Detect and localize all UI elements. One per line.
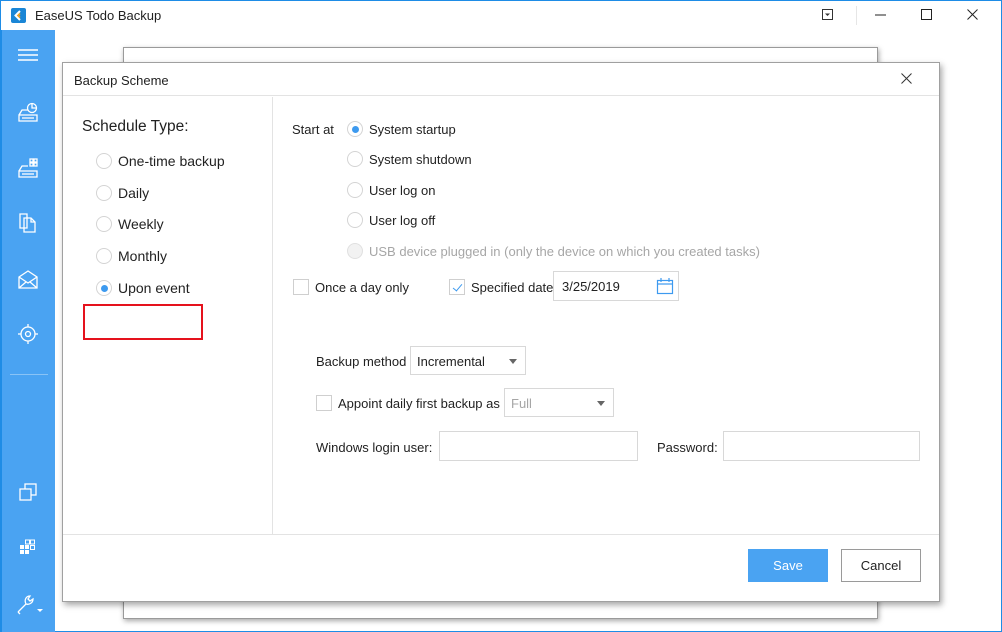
radio-label: System startup <box>369 121 456 137</box>
radio-button[interactable] <box>96 153 112 169</box>
radio-label: Upon event <box>118 280 190 296</box>
apps-icon <box>18 537 38 562</box>
radio-button[interactable] <box>96 248 112 264</box>
password-label: Password: <box>657 440 718 455</box>
radio-label: USB device plugged in (only the device o… <box>369 243 760 259</box>
sidebar-item-tools[interactable] <box>12 593 46 619</box>
sidebar-item-clone[interactable] <box>15 481 41 507</box>
radio-button-selected[interactable] <box>96 280 112 296</box>
once-a-day-checkbox-row[interactable]: Once a day only <box>293 277 409 297</box>
start-at-label: Start at <box>292 122 334 137</box>
radio-button[interactable] <box>347 182 363 198</box>
radio-button[interactable] <box>96 185 112 201</box>
windows-login-user-input[interactable] <box>439 431 638 461</box>
dropdown-arrow-icon <box>597 401 605 406</box>
sidebar-item-smart-backup[interactable] <box>15 323 41 349</box>
schedule-option-monthly[interactable]: Monthly <box>96 246 167 266</box>
appoint-daily-value: Full <box>511 396 532 411</box>
tools-wrench-icon <box>14 593 44 620</box>
once-a-day-label: Once a day only <box>315 279 409 295</box>
footer-divider <box>63 534 939 535</box>
maximize-button[interactable] <box>903 1 949 30</box>
sidebar-item-mail-backup[interactable] <box>15 268 41 294</box>
radio-label: Monthly <box>118 248 168 264</box>
dialog-title: Backup Scheme <box>74 73 169 88</box>
appoint-daily-label: Appoint daily first backup as <box>338 395 500 411</box>
schedule-type-label: Schedule Type: <box>82 118 189 135</box>
title-menu-button[interactable] <box>804 1 850 30</box>
schedule-option-one-time[interactable]: One-time backup <box>96 151 225 171</box>
sidebar-item-more[interactable] <box>15 536 41 562</box>
radio-button[interactable] <box>96 216 112 232</box>
appoint-daily-select: Full <box>504 388 614 417</box>
schedule-type-pane: Schedule Type: One-time backup Daily Wee… <box>63 97 273 534</box>
event-option-user-log-on[interactable]: User log on <box>347 180 435 200</box>
event-option-system-startup[interactable]: System startup <box>347 119 456 139</box>
sidebar-item-file-backup[interactable] <box>15 212 41 238</box>
radio-label: User log on <box>369 182 436 198</box>
event-option-user-log-off[interactable]: User log off <box>347 210 435 230</box>
radio-label: User log off <box>369 212 436 228</box>
radio-button-selected[interactable] <box>347 121 363 137</box>
hamburger-menu-icon <box>18 48 38 67</box>
sidebar-menu-button[interactable] <box>15 44 41 70</box>
smart-backup-icon <box>17 323 39 350</box>
radio-button[interactable] <box>347 212 363 228</box>
radio-button-disabled <box>347 243 363 259</box>
minimize-button[interactable] <box>857 1 903 30</box>
dialog-header: Backup Scheme <box>63 63 939 96</box>
sidebar-item-disk-backup[interactable] <box>15 101 41 127</box>
minimize-icon <box>874 7 886 25</box>
schedule-option-weekly[interactable]: Weekly <box>96 214 164 234</box>
date-value: 3/25/2019 <box>562 279 620 294</box>
windows-login-user-label: Windows login user: <box>316 440 433 455</box>
file-backup-icon <box>18 212 38 239</box>
sidebar-item-system-backup[interactable] <box>15 157 41 183</box>
disk-partition-backup-icon <box>17 101 39 128</box>
highlight-annotation-box <box>83 304 203 340</box>
radio-label: System shutdown <box>369 151 472 167</box>
sidebar <box>1 30 55 632</box>
calendar-icon[interactable] <box>656 277 674 300</box>
maximize-icon <box>920 7 932 25</box>
backup-method-value: Incremental <box>417 354 485 369</box>
radio-button[interactable] <box>347 151 363 167</box>
specified-date-input[interactable]: 3/25/2019 <box>553 271 679 301</box>
backup-method-select[interactable]: Incremental <box>410 346 526 375</box>
sidebar-divider <box>10 374 48 375</box>
cancel-button[interactable]: Cancel <box>841 549 921 582</box>
dialog-close-button[interactable] <box>895 69 917 91</box>
once-a-day-checkbox[interactable] <box>293 279 309 295</box>
close-icon <box>900 71 912 89</box>
mail-backup-icon <box>17 269 39 294</box>
dropdown-arrow-icon <box>509 359 517 364</box>
app-window: EaseUS Todo Backup Backup Scheme Schedul… <box>0 0 1002 632</box>
clone-icon <box>18 482 38 507</box>
schedule-option-upon-event[interactable]: Upon event <box>96 278 190 298</box>
system-backup-icon <box>17 157 39 184</box>
close-window-button[interactable] <box>949 1 995 30</box>
title-bar: EaseUS Todo Backup <box>1 1 1001 30</box>
backup-method-label: Backup method <box>316 354 407 369</box>
dropdown-menu-icon <box>821 7 833 25</box>
app-logo-icon <box>11 8 26 23</box>
specified-date-checkbox-row[interactable]: Specified date <box>449 277 553 297</box>
radio-label: Daily <box>118 185 150 201</box>
radio-label: One-time backup <box>118 153 225 169</box>
close-icon <box>966 7 978 25</box>
specified-date-checkbox[interactable] <box>449 279 465 295</box>
backup-scheme-dialog: Backup Scheme Schedule Type: One-time ba… <box>62 62 940 602</box>
appoint-daily-checkbox-row[interactable]: Appoint daily first backup as <box>316 393 500 413</box>
event-option-system-shutdown[interactable]: System shutdown <box>347 149 472 169</box>
radio-label: Weekly <box>118 216 164 232</box>
appoint-daily-checkbox[interactable] <box>316 395 332 411</box>
schedule-option-daily[interactable]: Daily <box>96 183 149 203</box>
specified-date-label: Specified date <box>471 279 554 295</box>
app-title: EaseUS Todo Backup <box>35 8 162 23</box>
event-option-usb-plugged: USB device plugged in (only the device o… <box>347 241 760 261</box>
password-input[interactable] <box>723 431 920 461</box>
save-button[interactable]: Save <box>748 549 828 582</box>
